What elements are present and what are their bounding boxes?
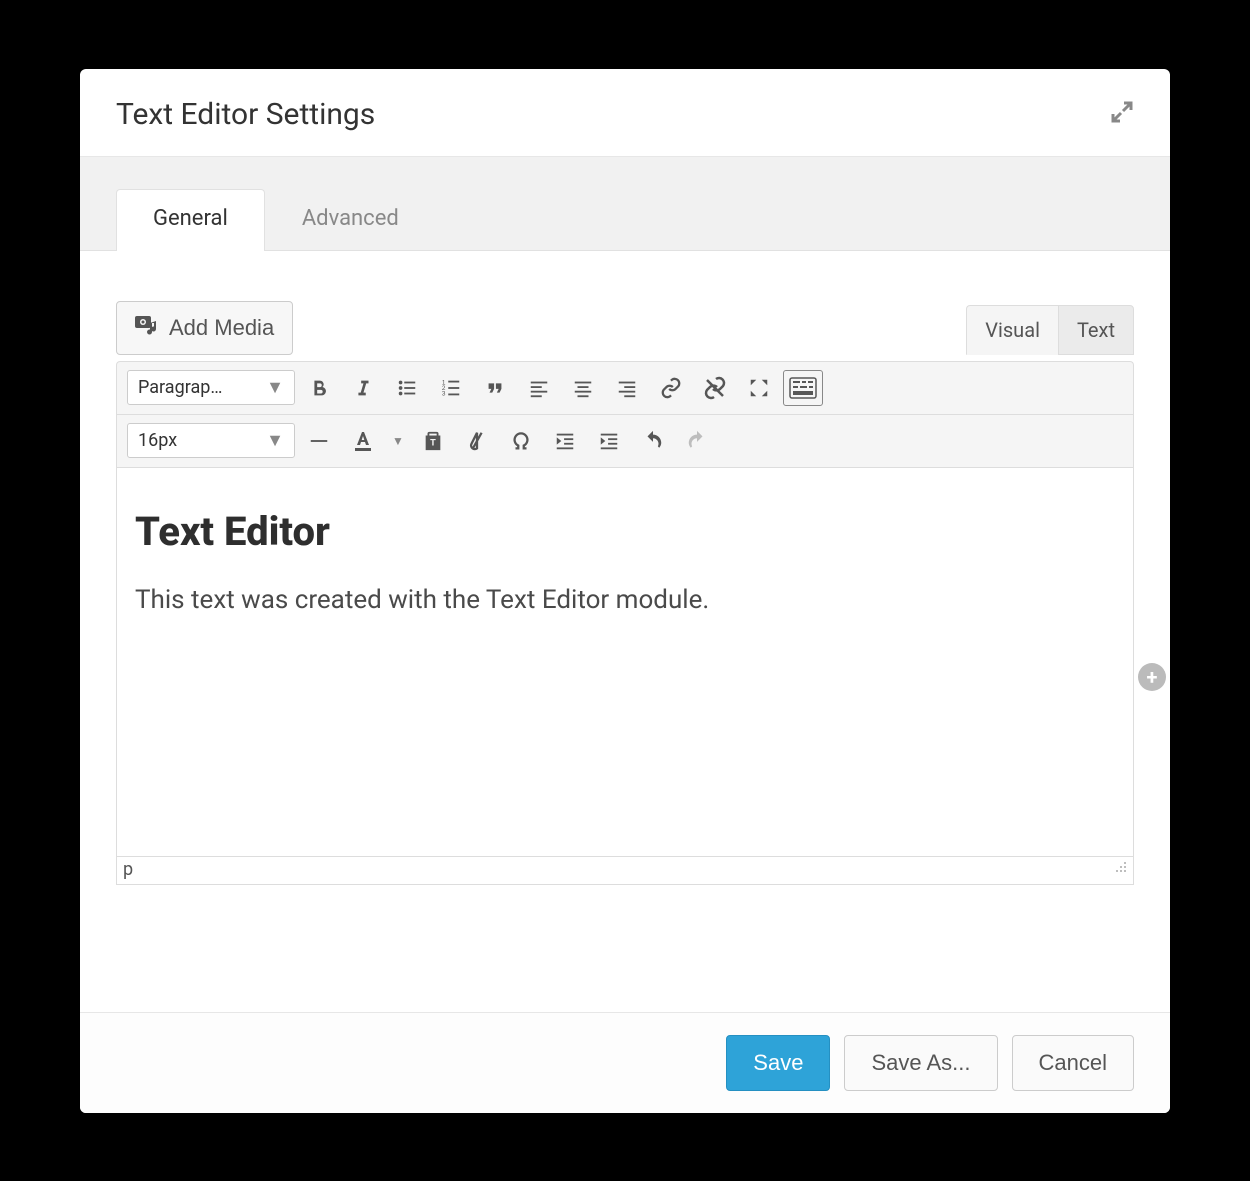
modal-header: Text Editor Settings <box>80 69 1170 157</box>
chevron-down-icon: ▼ <box>266 430 284 451</box>
editor-status-bar: p <box>116 857 1134 885</box>
indent-button[interactable] <box>589 423 629 459</box>
link-button[interactable] <box>651 370 691 406</box>
bold-button[interactable] <box>299 370 339 406</box>
italic-button[interactable] <box>343 370 383 406</box>
media-row: Add Media Visual Text <box>116 301 1134 355</box>
expand-icon[interactable] <box>1110 100 1134 128</box>
align-left-button[interactable] <box>519 370 559 406</box>
undo-button[interactable] <box>633 423 673 459</box>
tab-advanced[interactable]: Advanced <box>265 189 436 251</box>
clear-format-button[interactable] <box>457 423 497 459</box>
redo-button[interactable] <box>677 423 717 459</box>
save-as-button[interactable]: Save As... <box>844 1035 997 1091</box>
tab-general[interactable]: General <box>116 189 265 251</box>
add-media-label: Add Media <box>169 315 274 341</box>
editor-content-area[interactable]: Text Editor This text was created with t… <box>116 467 1134 857</box>
add-module-button[interactable]: + <box>1138 663 1166 691</box>
settings-tabs: General Advanced <box>80 157 1170 251</box>
content-area: Add Media Visual Text Paragrap… ▼ <box>80 251 1170 1012</box>
content-heading: Text Editor <box>135 508 1115 555</box>
resize-grip-icon[interactable] <box>1115 861 1127 877</box>
editor-mode-tabs: Visual Text <box>966 305 1134 355</box>
modal-footer: Save Save As... Cancel <box>80 1012 1170 1113</box>
special-char-button[interactable] <box>501 423 541 459</box>
format-dropdown-label: Paragrap… <box>138 377 222 398</box>
plus-icon: + <box>1147 665 1158 689</box>
format-dropdown[interactable]: Paragrap… ▼ <box>127 370 295 405</box>
toolbar-toggle-button[interactable] <box>783 370 823 406</box>
unlink-button[interactable] <box>695 370 735 406</box>
blockquote-button[interactable] <box>475 370 515 406</box>
paste-text-button[interactable]: T <box>413 423 453 459</box>
outdent-button[interactable] <box>545 423 585 459</box>
fontsize-dropdown-label: 16px <box>138 430 177 451</box>
text-color-caret[interactable]: ▼ <box>387 423 409 459</box>
content-paragraph: This text was created with the Text Edit… <box>135 585 1115 615</box>
editor-tab-visual[interactable]: Visual <box>966 305 1058 355</box>
chevron-down-icon: ▼ <box>266 377 284 398</box>
cancel-button[interactable]: Cancel <box>1012 1035 1134 1091</box>
editor-tab-text[interactable]: Text <box>1058 305 1134 355</box>
fullscreen-button[interactable] <box>739 370 779 406</box>
align-right-button[interactable] <box>607 370 647 406</box>
text-color-button[interactable] <box>343 423 383 459</box>
svg-text:T: T <box>430 438 436 448</box>
fontsize-dropdown[interactable]: 16px ▼ <box>127 423 295 458</box>
svg-text:3: 3 <box>442 390 446 397</box>
camera-music-icon <box>135 314 159 342</box>
status-bar-path: p <box>123 859 133 880</box>
horizontal-rule-button[interactable] <box>299 423 339 459</box>
save-button[interactable]: Save <box>726 1035 830 1091</box>
settings-modal: Text Editor Settings General Advanced Ad… <box>80 69 1170 1113</box>
bullet-list-button[interactable] <box>387 370 427 406</box>
add-media-button[interactable]: Add Media <box>116 301 293 355</box>
editor-toolbar-1: Paragrap… ▼ 123 <box>116 361 1134 414</box>
chevron-down-icon: ▼ <box>392 434 404 448</box>
editor-toolbar-2: 16px ▼ ▼ T <box>116 414 1134 467</box>
numbered-list-button[interactable]: 123 <box>431 370 471 406</box>
align-center-button[interactable] <box>563 370 603 406</box>
modal-title: Text Editor Settings <box>116 97 375 132</box>
